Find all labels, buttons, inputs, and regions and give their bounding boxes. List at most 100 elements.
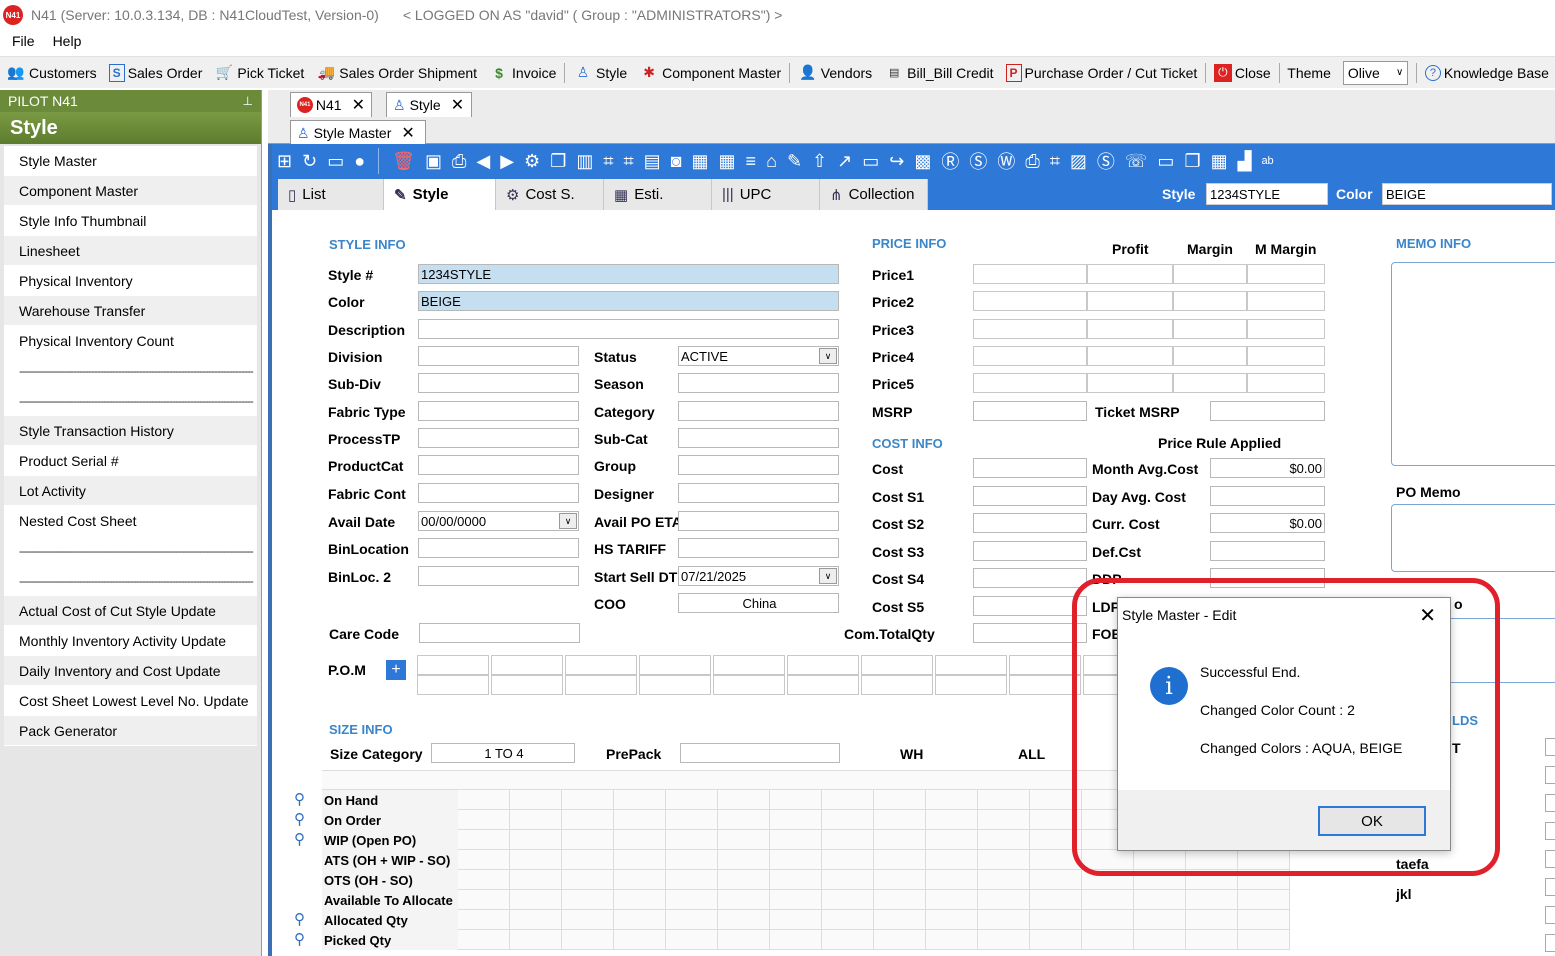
subcat-field[interactable] [678,428,839,448]
ddp-field[interactable] [1210,568,1325,588]
camera-icon[interactable]: ◙ [671,151,682,172]
size-cell[interactable] [562,830,614,850]
size-cell[interactable] [718,870,770,890]
magnifier-icon[interactable]: ⚲ [294,930,305,948]
monitor-icon[interactable]: ▭ [1157,151,1174,172]
toolbar-pick-ticket-button[interactable]: 🛒 Pick Ticket [214,63,310,83]
toolbar-knowledge-base-button[interactable]: ? Knowledge Base [1424,64,1555,81]
tab-list[interactable]: ▯ List [278,179,384,210]
binloc2-field[interactable] [418,566,579,586]
save-icon[interactable]: ▣ [425,151,442,172]
toolbar-shipment-button[interactable]: 🚚 Sales Order Shipment [316,63,483,83]
size-cell[interactable] [1082,890,1134,910]
size-cell[interactable] [666,830,718,850]
size-cell[interactable] [614,870,666,890]
size-cell[interactable] [874,850,926,870]
size-cell[interactable] [614,830,666,850]
tab-style-master[interactable]: ♙ Style Master ✕ [290,120,426,145]
coo-field[interactable]: China [678,593,839,613]
size-cell[interactable] [1030,870,1082,890]
size-cell[interactable] [926,850,978,870]
fabric-type-field[interactable] [418,401,579,421]
avail-po-eta-field[interactable] [678,511,839,531]
pom-cell[interactable] [935,655,1007,675]
s-icon[interactable]: Ⓢ [1097,148,1115,174]
size-cell[interactable] [1186,910,1238,930]
size-cell[interactable] [562,890,614,910]
size-cell[interactable] [718,850,770,870]
size-cell[interactable] [874,870,926,890]
size-cell[interactable] [874,810,926,830]
size-cell[interactable] [926,830,978,850]
group-field[interactable] [678,455,839,475]
trend-icon[interactable]: ↗ [837,151,852,172]
size-cell[interactable] [458,810,510,830]
size-cell[interactable] [822,810,874,830]
size-cell[interactable] [1238,910,1290,930]
size-cell[interactable] [614,850,666,870]
size-cell[interactable] [770,890,822,910]
price-cell[interactable] [973,346,1087,366]
pom-cell[interactable] [491,675,563,695]
price-cell[interactable] [973,319,1087,339]
size-cell[interactable] [822,930,874,950]
pom-cell[interactable] [713,655,785,675]
avail-date-picker[interactable]: 00/00/0000 ∨ [418,511,579,531]
msrp-field[interactable] [973,401,1087,421]
checkbox[interactable] [1545,794,1555,812]
menu-file[interactable]: File [12,33,35,49]
processtp-field[interactable] [418,428,579,448]
pom-cell[interactable] [639,675,711,695]
size-cell[interactable] [458,830,510,850]
toolbar-component-master-button[interactable]: ✱ Component Master [639,63,787,83]
size-cell[interactable] [1134,910,1186,930]
size-cell[interactable] [510,830,562,850]
size-cell[interactable] [770,930,822,950]
price-cell[interactable] [1173,319,1247,339]
size-cell[interactable] [562,910,614,930]
size-cell[interactable] [666,810,718,830]
size-cell[interactable] [458,850,510,870]
size-cell[interactable] [666,790,718,810]
size-cell[interactable] [562,930,614,950]
nav-item-component-master[interactable]: Component Master [4,176,257,206]
size-cell[interactable] [562,810,614,830]
price-cell[interactable] [1247,291,1325,311]
theme-select[interactable]: Olive ∨ [1342,60,1409,85]
size-cell[interactable] [978,790,1030,810]
add-icon[interactable]: ⊞ [277,151,292,172]
curr-cost-field[interactable]: $0.00 [1210,513,1325,533]
nav-item-style-info-thumbnail[interactable]: Style Info Thumbnail [4,206,257,236]
delete-icon[interactable]: 🗑 [392,151,415,172]
size-cell[interactable] [510,930,562,950]
size-cell[interactable] [822,830,874,850]
size-cell[interactable] [718,790,770,810]
size-cell[interactable] [978,830,1030,850]
size-cell[interactable] [1238,850,1290,870]
pom-cell[interactable] [639,655,711,675]
pom-cell[interactable] [1009,675,1081,695]
size-cell[interactable] [1134,890,1186,910]
pom-cell[interactable] [565,655,637,675]
ok-button[interactable]: OK [1318,806,1426,836]
price-cell[interactable] [1173,373,1247,393]
size-cell[interactable] [614,890,666,910]
cost-s3-field[interactable] [973,541,1087,561]
subdiv-field[interactable] [418,373,579,393]
size-cell[interactable] [614,910,666,930]
cost-s1-field[interactable] [973,486,1087,506]
tab-style-detail[interactable]: ✎ Style [384,179,496,210]
upload-icon[interactable]: ⇧ [812,151,827,172]
pom-cell[interactable] [491,655,563,675]
document-icon[interactable]: ▤ [644,151,661,172]
pom-cell[interactable] [935,675,1007,695]
pom-cell[interactable] [1009,655,1081,675]
color-field[interactable]: BEIGE [418,291,839,311]
size-cell[interactable] [666,850,718,870]
edit-icon[interactable]: ✎ [787,151,802,172]
printer-icon[interactable]: ⎙ [1025,151,1039,172]
po-memo-textarea[interactable] [1391,504,1555,572]
nav-item-pack-generator[interactable]: Pack Generator [4,716,257,746]
pom-cell[interactable] [861,675,933,695]
price-cell[interactable] [1247,373,1325,393]
